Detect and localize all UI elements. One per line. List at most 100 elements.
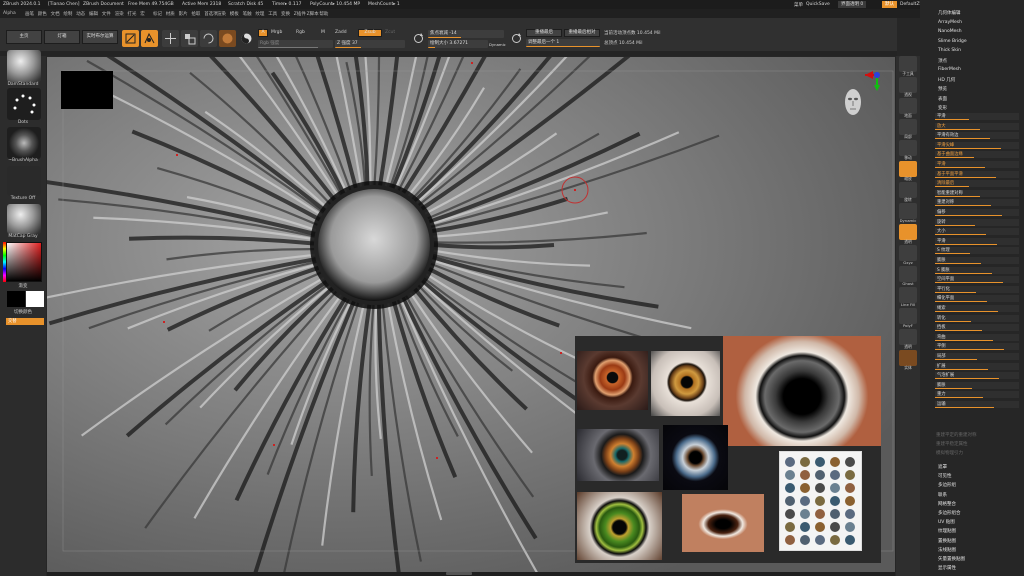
palette-item[interactable]: 置换贴图: [938, 538, 956, 544]
zcut-toggle[interactable]: Zcut: [385, 30, 395, 35]
zsub-toggle[interactable]: Zsub: [358, 29, 382, 37]
menu-item[interactable]: 颜色: [38, 11, 47, 17]
shelf-button[interactable]: [899, 350, 917, 366]
menu-item[interactable]: 材质: [166, 11, 175, 17]
palette-item[interactable]: 变形: [938, 105, 947, 111]
transparency-slider[interactable]: 界面透明 0: [838, 1, 867, 8]
shelf-button[interactable]: [899, 308, 917, 324]
live-boolean-button[interactable]: 实时布尔运算: [82, 30, 118, 44]
menu-item[interactable]: 纹理: [255, 11, 264, 17]
material-channel-button[interactable]: [219, 30, 236, 47]
palette-item[interactable]: NanoMesh: [938, 29, 962, 34]
lightbox-button[interactable]: 灯箱: [44, 30, 80, 44]
shelf-button[interactable]: [899, 329, 917, 345]
palette-subitem[interactable]: 平滑: [935, 161, 1019, 168]
shelf-button[interactable]: [899, 287, 917, 303]
palette-item[interactable]: 可见性: [938, 473, 952, 479]
quicksave-button[interactable]: QuickSave: [806, 2, 830, 7]
palette-subitem[interactable]: 平滑有效边: [935, 132, 1019, 140]
stroke-thumbnail[interactable]: [7, 88, 41, 120]
palette-subitem[interactable]: 重力: [935, 391, 1019, 399]
palette-item[interactable]: 预览: [938, 86, 947, 92]
move-button[interactable]: [162, 30, 179, 47]
palette-item[interactable]: 法线贴图: [938, 547, 956, 553]
shelf-button[interactable]: [899, 224, 917, 240]
draw-size-slider[interactable]: 绘制大小 3.67271: [428, 40, 488, 48]
palette-item[interactable]: 显示属性: [938, 565, 956, 571]
zadd-toggle[interactable]: Zadd: [335, 30, 347, 35]
menu-item[interactable]: 模板: [230, 11, 239, 17]
menu-item[interactable]: 动态: [76, 11, 85, 17]
menu-item[interactable]: 拾取: [191, 11, 200, 17]
menu-item[interactable]: 编辑: [89, 11, 98, 17]
palette-item[interactable]: Thick Skin: [938, 48, 961, 53]
palette-subitem[interactable]: 膨胀: [935, 381, 1019, 389]
brush-thumbnail[interactable]: [7, 50, 41, 82]
menu-item[interactable]: Z脚本: [307, 11, 319, 17]
palette-subitem[interactable]: 平滑尖峰: [935, 141, 1019, 149]
menu-item[interactable]: 首选项: [204, 11, 218, 17]
dynamic-toggle[interactable]: Dynamic: [489, 42, 506, 47]
palette-item[interactable]: Slime Bridge: [938, 39, 967, 44]
alpha-thumbnail[interactable]: [7, 127, 41, 159]
adjust-last-slider[interactable]: 调整最后一个 1: [526, 39, 600, 47]
palette-subitem[interactable]: 挡板: [935, 324, 1019, 332]
focal-shift-slider[interactable]: 焦点衰减 -14: [428, 30, 504, 38]
palette-item[interactable]: 纹理贴图: [938, 528, 956, 534]
palette-subitem[interactable]: 放大: [935, 122, 1019, 130]
palette-subitem[interactable]: 平侧: [935, 343, 1019, 351]
palette-item[interactable]: ArrayMesh: [938, 20, 962, 25]
palette-subitem[interactable]: 基于平面平滑: [935, 170, 1019, 178]
palette-item[interactable]: 表面: [938, 96, 947, 102]
menu-item[interactable]: 渲染: [217, 11, 226, 17]
rotate-button[interactable]: [200, 30, 217, 47]
palette-subitem[interactable]: 基于曲面边缘: [935, 151, 1019, 159]
palette-item[interactable]: 矢量置换贴图: [938, 556, 965, 562]
shelf-button[interactable]: [899, 182, 917, 198]
shelf-button[interactable]: [899, 119, 917, 135]
palette-subitem[interactable]: 膨胀: [935, 257, 1019, 264]
rgb-toggle[interactable]: Rgb: [296, 30, 305, 35]
shelf-button[interactable]: [899, 98, 917, 114]
menu-item[interactable]: 文档: [51, 11, 60, 17]
color-picker[interactable]: [6, 242, 42, 282]
menu-item[interactable]: 工具: [268, 11, 277, 17]
palette-item[interactable]: 顶点: [938, 58, 947, 64]
palette-item[interactable]: 联系: [938, 492, 947, 498]
menu-item[interactable]: 宏: [140, 11, 145, 17]
texture-thumbnail[interactable]: [7, 166, 41, 196]
palette-subitem[interactable]: 细化平面: [935, 295, 1019, 303]
focal-lock-button[interactable]: [410, 30, 427, 47]
material-thumbnail[interactable]: [7, 204, 41, 234]
switch-color-label[interactable]: 切换颜色: [0, 309, 46, 315]
palette-item[interactable]: 遮罩: [938, 464, 947, 470]
alternate-button[interactable]: 交替: [6, 318, 44, 325]
palette-subitem[interactable]: 转化: [935, 314, 1019, 322]
replay-button[interactable]: [508, 30, 525, 47]
shelf-button[interactable]: [899, 77, 917, 93]
palette-subitem[interactable]: 平滑: [935, 113, 1019, 120]
replay-last-relative-button[interactable]: 重播最后相对: [564, 29, 600, 37]
hue-strip[interactable]: [3, 242, 6, 282]
shelf-button[interactable]: [899, 203, 917, 219]
home-button[interactable]: 主页: [6, 30, 42, 44]
menu-item[interactable]: 标记: [153, 11, 162, 17]
m-toggle[interactable]: M: [321, 30, 325, 35]
palette-subitem[interactable]: 智能重建对称: [935, 189, 1019, 197]
menu-item[interactable]: Z插件: [294, 11, 306, 17]
palette-item[interactable]: 多边形组: [938, 482, 956, 488]
menu-item[interactable]: 绘制: [63, 11, 72, 17]
palette-subitem[interactable]: 绳索: [935, 305, 1019, 312]
shelf-button[interactable]: [899, 56, 917, 72]
palette-subitem[interactable]: 旋转: [935, 218, 1019, 226]
draw-button[interactable]: [141, 30, 158, 47]
a-toggle[interactable]: A: [258, 29, 268, 37]
palette-subitem[interactable]: 平滑: [935, 237, 1019, 245]
palette-subitem[interactable]: 局部: [935, 353, 1019, 360]
palette-subitem[interactable]: 弯曲: [935, 333, 1019, 341]
menu-item[interactable]: 文件: [102, 11, 111, 17]
palette-subitem[interactable]: 运输: [935, 401, 1019, 408]
menu-item[interactable]: 帮助: [319, 11, 328, 17]
palette-item[interactable]: HD 几何: [938, 77, 955, 83]
navigation-gizmo-icon[interactable]: [837, 69, 887, 121]
